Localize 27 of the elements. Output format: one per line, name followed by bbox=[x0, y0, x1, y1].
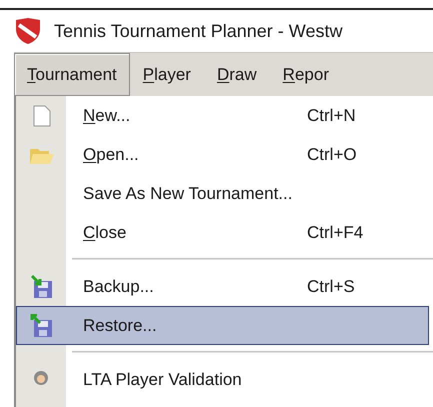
menu-item-label: Open... bbox=[83, 144, 140, 166]
menu-bar-item[interactable]: Draw bbox=[204, 53, 270, 96]
menu-item-label: Save As New Tournament... bbox=[83, 182, 294, 205]
shortcut-text: Ctrl+F4 bbox=[307, 222, 364, 244]
menu-item-label: Restore... bbox=[83, 314, 158, 337]
menu-bar-item[interactable]: Player bbox=[130, 53, 204, 96]
shortcut-text: Ctrl+O bbox=[307, 144, 357, 166]
menu-item[interactable]: Open... Ctrl+O bbox=[16, 135, 429, 174]
menu-item[interactable]: Close Ctrl+F4 bbox=[16, 213, 429, 252]
menu-item[interactable]: New... Ctrl+N bbox=[16, 96, 429, 135]
floppy-disk-icon bbox=[30, 314, 54, 338]
menu-item-label: LTA Player Validation bbox=[83, 368, 243, 391]
shortcut-text: Ctrl+N bbox=[307, 104, 356, 127]
menu-item[interactable]: Backup... Ctrl+S bbox=[16, 267, 429, 306]
shortcut-text: Ctrl+S bbox=[307, 276, 355, 298]
menu-item[interactable]: Save As New Tournament... bbox=[16, 174, 429, 213]
menu-item-label: New... bbox=[83, 104, 132, 127]
window-title: Tennis Tournament Planner - Westw bbox=[54, 20, 342, 42]
menu-bar-item[interactable]: Tournament bbox=[14, 53, 130, 96]
menu-bar-item[interactable]: Repor bbox=[270, 53, 342, 96]
document-icon bbox=[33, 104, 51, 126]
floppy-disk-icon bbox=[30, 274, 54, 298]
menu-item-label: Backup... bbox=[83, 276, 155, 298]
menu-item[interactable]: LTA Player Validation bbox=[16, 360, 429, 399]
shield-logo-icon bbox=[14, 17, 42, 45]
menu-item-label: Close bbox=[83, 222, 128, 244]
menu-item[interactable]: Restore... bbox=[16, 306, 429, 345]
